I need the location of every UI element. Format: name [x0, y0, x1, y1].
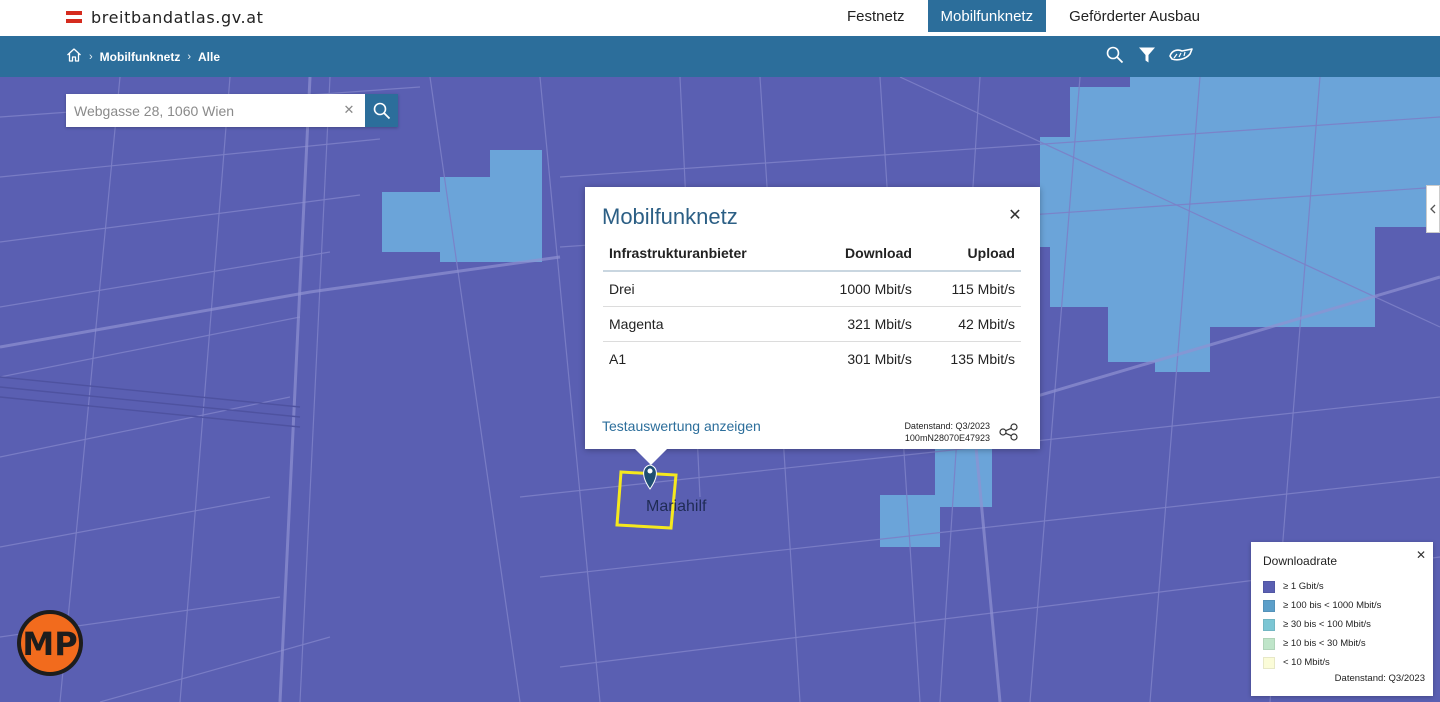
legend-swatch	[1263, 618, 1275, 631]
brand-name: breitbandatlas.gv.at	[91, 7, 264, 27]
mp-logo: MP	[16, 609, 84, 677]
breadcrumb-item-alle[interactable]: Alle	[198, 50, 220, 64]
download-value: 1000 Mbit/s	[804, 271, 918, 307]
upload-value: 115 Mbit/s	[917, 271, 1021, 307]
place-label: Mariahilf	[646, 498, 707, 515]
close-icon[interactable]: ✕	[1007, 208, 1023, 224]
austria-flag-icon	[66, 11, 82, 23]
clear-icon[interactable]: ✕	[342, 102, 356, 118]
search-icon	[373, 102, 390, 119]
legend-items: ≥ 1 Gbit/s ≥ 100 bis < 1000 Mbit/s ≥ 30 …	[1263, 577, 1381, 672]
info-popup: Mobilfunknetz ✕ Infrastrukturanbieter Do…	[585, 187, 1040, 465]
legend-title: Downloadrate	[1263, 554, 1338, 568]
chevron-left-icon	[1430, 204, 1436, 214]
logo-text: MP	[22, 625, 77, 663]
column-header-upload: Upload	[917, 236, 1021, 272]
cell-id: 100mN28070E47923	[904, 433, 990, 443]
data-status: Datenstand: Q3/2023 100mN28070E47923	[885, 420, 990, 444]
test-evaluation-link[interactable]: Testauswertung anzeigen	[602, 418, 761, 434]
legend-data-status: Datenstand: Q3/2023	[1334, 673, 1425, 684]
legend-panel: Downloadrate ✕ ≥ 1 Gbit/s ≥ 100 bis < 10…	[1251, 542, 1433, 696]
home-icon[interactable]	[66, 47, 82, 66]
legend-swatch	[1263, 637, 1275, 650]
search-input[interactable]	[66, 94, 365, 127]
table-row: A1 301 Mbit/s 135 Mbit/s	[603, 341, 1021, 376]
measure-icon[interactable]	[1168, 44, 1194, 66]
upload-value: 135 Mbit/s	[950, 350, 1015, 367]
provider-name: Magenta	[603, 306, 805, 342]
legend-item: < 10 Mbit/s	[1263, 653, 1381, 672]
top-bar: breitbandatlas.gv.at Festnetz Mobilfunkn…	[0, 0, 1440, 36]
sub-bar: › Mobilfunknetz › Alle	[0, 36, 1440, 77]
upload-value: 42 Mbit/s	[917, 306, 1021, 342]
popup-title: Mobilfunknetz	[602, 204, 738, 229]
legend-label: < 10 Mbit/s	[1283, 657, 1330, 668]
chevron-right-icon: ›	[89, 50, 93, 63]
map-tools	[1104, 44, 1194, 66]
legend-swatch	[1263, 580, 1275, 593]
breadcrumb: › Mobilfunknetz › Alle	[66, 47, 220, 66]
legend-item: ≥ 100 bis < 1000 Mbit/s	[1263, 596, 1381, 615]
breadcrumb-item-mobilfunknetz[interactable]: Mobilfunknetz	[100, 50, 181, 64]
download-value: 301 Mbit/s	[847, 350, 912, 367]
legend-label: ≥ 1 Gbit/s	[1283, 581, 1324, 592]
tab-mobilfunknetz[interactable]: Mobilfunknetz	[927, 0, 1047, 32]
main-nav: Festnetz Mobilfunknetz Geförderter Ausba…	[834, 0, 1223, 32]
column-header-download: Download	[804, 236, 918, 272]
column-header-provider: Infrastrukturanbieter	[603, 236, 805, 272]
table-row: Drei 1000 Mbit/s 115 Mbit/s	[603, 271, 1021, 307]
provider-name: A1	[609, 350, 627, 367]
tab-festnetz[interactable]: Festnetz	[834, 0, 918, 32]
data-status-date: Datenstand: Q3/2023	[904, 421, 990, 431]
brand[interactable]: breitbandatlas.gv.at	[66, 6, 264, 28]
legend-item: ≥ 30 bis < 100 Mbit/s	[1263, 615, 1381, 634]
tab-gefoerderter-ausbau[interactable]: Geförderter Ausbau	[1056, 0, 1213, 32]
download-value: 321 Mbit/s	[804, 306, 918, 342]
search-icon[interactable]	[1104, 44, 1126, 66]
filter-icon[interactable]	[1136, 44, 1158, 66]
address-search: ✕	[66, 94, 398, 127]
legend-item: ≥ 10 bis < 30 Mbit/s	[1263, 634, 1381, 653]
share-icon[interactable]	[999, 423, 1019, 441]
close-icon[interactable]: ✕	[1414, 548, 1428, 562]
search-button[interactable]	[365, 94, 398, 127]
legend-label: ≥ 30 bis < 100 Mbit/s	[1283, 619, 1371, 630]
legend-swatch	[1263, 656, 1275, 669]
table-row: Magenta 321 Mbit/s 42 Mbit/s	[603, 306, 1021, 342]
provider-table: Infrastrukturanbieter Download Upload Dr…	[603, 236, 1021, 376]
legend-label: ≥ 100 bis < 1000 Mbit/s	[1283, 600, 1382, 611]
legend-label: ≥ 10 bis < 30 Mbit/s	[1283, 638, 1366, 649]
legend-swatch	[1263, 599, 1275, 612]
provider-name: Drei	[603, 271, 805, 307]
chevron-right-icon: ›	[187, 50, 191, 63]
legend-item: ≥ 1 Gbit/s	[1263, 577, 1381, 596]
side-panel-toggle[interactable]	[1426, 185, 1440, 233]
